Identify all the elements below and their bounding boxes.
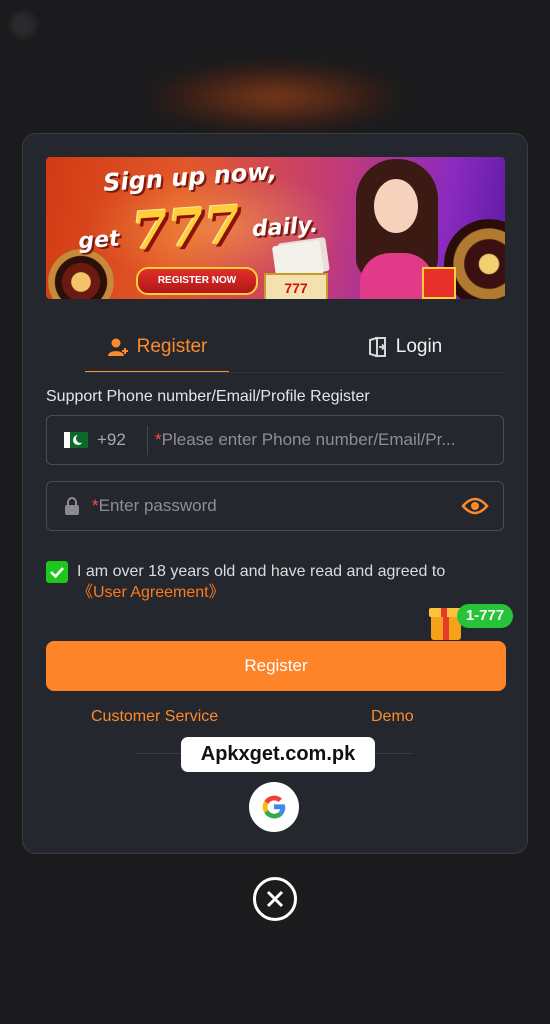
check-icon	[50, 567, 64, 579]
flag-white-band	[64, 432, 70, 448]
demo-link[interactable]: Demo	[371, 708, 414, 726]
add-user-icon	[107, 336, 129, 358]
tab-login-label: Login	[395, 336, 443, 357]
password-input[interactable]: *Enter password	[92, 496, 217, 516]
required-mark: *	[92, 496, 99, 515]
lock-icon	[64, 496, 80, 521]
phone-email-input[interactable]: *Please enter Phone number/Email/Pr...	[155, 430, 485, 450]
banner-amount: 777	[129, 194, 243, 263]
google-icon	[262, 795, 286, 819]
customer-service-link[interactable]: Customer Service	[91, 708, 218, 726]
tabs-divider	[85, 372, 505, 373]
tab-login[interactable]: Login	[335, 323, 475, 371]
google-login-button[interactable]	[249, 782, 299, 832]
tab-register-label: Register	[136, 336, 208, 357]
banner-daily: daily.	[251, 212, 320, 243]
flag-crescent-cut	[76, 434, 85, 443]
bonus-badge: 1-777	[429, 604, 513, 644]
banner-get: get	[77, 226, 121, 255]
eye-icon[interactable]	[461, 496, 489, 521]
slot-machine: 777	[264, 273, 328, 299]
character-face	[374, 179, 418, 233]
field-separator	[147, 426, 148, 455]
bonus-amount: 1-777	[457, 604, 513, 628]
required-mark: *	[155, 430, 162, 449]
user-agreement-link[interactable]: 《User Agreement》	[77, 582, 225, 603]
close-icon	[266, 890, 284, 908]
support-label: Support Phone number/Email/Profile Regis…	[46, 388, 370, 405]
auth-tabs: Register Login	[85, 323, 505, 373]
password-placeholder: Enter password	[98, 496, 217, 515]
banner-register-now-button[interactable]: REGISTER NOW	[136, 267, 258, 295]
background-logo	[150, 62, 400, 132]
login-door-icon	[368, 336, 388, 358]
tab-register[interactable]: Register	[85, 323, 229, 373]
promo-banner[interactable]: 777 Sign up now, get 777 daily. REGISTER…	[46, 157, 505, 299]
watermark-label: Apkxget.com.pk	[181, 737, 375, 772]
country-code[interactable]: +92	[97, 430, 126, 450]
register-button[interactable]: Register	[46, 641, 506, 691]
phone-email-field[interactable]: +92 *Please enter Phone number/Email/Pr.…	[46, 415, 504, 465]
background-back-icon	[10, 12, 36, 38]
pakistan-flag-icon[interactable]	[64, 432, 88, 448]
phone-placeholder: Please enter Phone number/Email/Pr...	[161, 430, 456, 449]
agreement-checkbox[interactable]	[46, 561, 68, 583]
password-field[interactable]: *Enter password	[46, 481, 504, 531]
register-modal: 777 Sign up now, get 777 daily. REGISTER…	[22, 133, 528, 854]
banner-gift-icon	[422, 267, 456, 299]
agreement-text: I am over 18 years old and have read and…	[77, 563, 446, 580]
close-button[interactable]	[253, 877, 297, 921]
